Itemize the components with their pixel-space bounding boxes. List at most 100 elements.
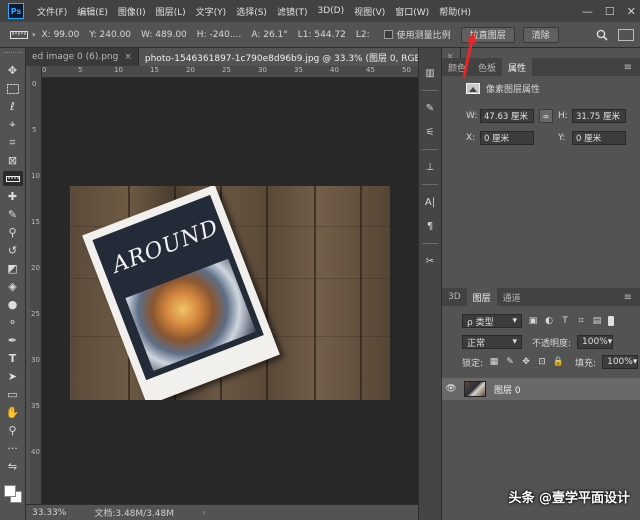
menu-file[interactable]: 文件(F) [32,5,72,18]
adjustment-filter-icon[interactable]: ◐ [544,316,554,326]
menu-image[interactable]: 图像(I) [113,5,151,18]
color-swatches[interactable] [2,481,24,505]
lock-label: 锁定: [462,358,484,369]
rectangle-tool-icon[interactable]: ▭ [3,387,23,402]
maximize-icon[interactable]: ☐ [605,5,615,18]
type-filter-icon[interactable]: T [560,316,570,326]
fill-field[interactable]: 100% ▾ [602,355,639,369]
menu-bar: Ps 文件(F) 编辑(E) 图像(I) 图层(L) 文字(Y) 选择(S) 滤… [0,0,640,22]
pixel-filter-icon[interactable]: ▣ [528,316,538,326]
ruler-tick-label: 10 [31,172,40,180]
edit-toolbar-icon[interactable]: ⇋ [3,459,23,474]
clone-source-icon[interactable]: ⊥ [422,160,438,174]
panel-menu-icon[interactable] [624,288,640,306]
ruler-tool-icon[interactable] [2,171,23,186]
menu-view[interactable]: 视图(V) [349,5,390,18]
status-menu-arrow-icon[interactable]: › [202,508,205,517]
quick-select-tool-icon[interactable]: ⌖ [3,117,23,132]
y-field[interactable]: 0 厘米 [572,131,626,145]
document-tab[interactable]: ed image 0 (6).png × [26,48,139,66]
lock-artboard-icon[interactable]: ⊡ [537,357,547,367]
smart-object-filter-icon[interactable]: ▤ [592,316,602,326]
menu-filter[interactable]: 滤镜(T) [272,5,313,18]
filter-kind-select[interactable]: ρ 类型 ▾ [462,314,522,328]
tab-properties[interactable]: 属性 [502,58,533,76]
minimize-icon[interactable]: — [582,5,593,18]
paragraph-panel-icon[interactable]: ¶ [422,219,438,233]
document-image[interactable]: AROUND [70,186,390,400]
vertical-ruler[interactable]: 0 5 10 15 20 25 30 35 40 [30,66,42,504]
horizontal-ruler[interactable]: 0 5 10 15 20 25 30 35 40 45 50 [42,66,418,78]
clear-button[interactable]: 清除 [522,26,559,43]
lock-transparency-icon[interactable]: ▦ [489,357,499,367]
lock-all-icon[interactable]: 🔒 [552,357,563,367]
eraser-tool-icon[interactable]: ◩ [3,261,23,276]
adjustments-icon[interactable]: ⚟ [422,125,438,139]
more-tools-icon[interactable]: ··· [3,441,23,456]
search-icon[interactable] [596,29,608,41]
panel-menu-icon[interactable] [624,58,640,76]
pen-tool-icon[interactable]: ✒ [3,333,23,348]
frame-tool-icon[interactable]: ⊠ [3,153,23,168]
ruler-tool-preset-icon[interactable] [8,27,30,43]
toolbar-grip[interactable] [3,52,22,56]
tab-channels[interactable]: 通道 [497,288,527,306]
layer-name[interactable]: 图层 0 [494,383,521,396]
x-field[interactable]: 0 厘米 [480,131,534,145]
character-panel-icon[interactable]: A| [422,195,438,209]
measure-angle: A: 26.1° [251,29,288,40]
document-size[interactable]: 文档:3.48M/3.48M [94,506,174,519]
clone-stamp-icon[interactable]: ⚲ [3,225,23,240]
history-brush-icon[interactable]: ↺ [3,243,23,258]
link-icon[interactable]: ∞ [539,109,553,123]
paint-bucket-icon[interactable]: ◈ [3,279,23,294]
tab-layers[interactable]: 图层 [466,288,497,306]
opacity-field[interactable]: 100% ▾ [577,335,614,349]
tab-3d[interactable]: 3D [442,288,467,306]
type-tool-icon[interactable]: T [3,351,23,366]
menu-select[interactable]: 选择(S) [231,5,272,18]
visibility-eye-icon[interactable]: 👁 [442,384,460,394]
path-selection-icon[interactable]: ➤ [3,369,23,384]
marquee-tool-icon[interactable] [3,81,23,96]
menu-type[interactable]: 文字(Y) [191,5,232,18]
healing-brush-icon[interactable]: ✚ [3,189,23,204]
hand-tool-icon[interactable]: ✋ [3,405,23,420]
menu-help[interactable]: 帮助(H) [434,5,476,18]
dodge-tool-icon[interactable]: ⚬ [3,315,23,330]
canvas-area[interactable]: AROUND [42,78,418,504]
crop-tool-icon[interactable]: ⌗ [3,135,23,150]
lock-position-icon[interactable]: ✥ [521,357,531,367]
lock-pixels-icon[interactable]: ✎ [505,357,515,367]
layer-row-selected[interactable]: 👁 图层 0 [442,378,640,400]
menu-edit[interactable]: 编辑(E) [72,5,113,18]
ruler-tick-label: 10 [114,66,123,74]
close-tab-icon[interactable]: × [124,52,132,62]
menu-layer[interactable]: 图层(L) [151,5,191,18]
use-measurement-scale-checkbox[interactable] [383,30,393,39]
close-icon[interactable]: ✕ [627,5,636,18]
brush-settings-icon[interactable]: ✎ [422,101,438,115]
lasso-tool-icon[interactable]: ℓ [3,99,23,114]
filter-toggle[interactable] [608,316,614,326]
foreground-color-swatch[interactable] [3,485,16,497]
document-tab-active[interactable]: photo-1546361897-1c790e8d96b9.jpg @ 33.3… [138,48,461,66]
blur-tool-icon[interactable]: ● [3,297,23,312]
chevron-down-icon[interactable]: ▾ [32,31,36,39]
brush-tool-icon[interactable]: ✎ [3,207,23,222]
blend-mode-select[interactable]: 正常 ▾ [462,335,522,349]
zoom-level[interactable]: 33.33% [32,508,66,518]
tools-settings-icon[interactable]: ✂ [422,254,438,268]
dock-divider [422,90,438,91]
chevron-down-icon: ▾ [607,337,613,347]
zoom-tool-icon[interactable]: ⚲ [3,423,23,438]
move-tool-icon[interactable]: ✥ [3,63,23,78]
shape-filter-icon[interactable]: ⌗ [576,316,586,326]
history-panel-icon[interactable]: ▥ [422,66,438,80]
menu-window[interactable]: 窗口(W) [390,5,434,18]
height-field[interactable]: 31.75 厘米 [572,109,626,123]
menu-3d[interactable]: 3D(D) [312,6,349,16]
width-field[interactable]: 47.63 厘米 [480,109,534,123]
workspace-icon[interactable] [618,29,634,41]
magazine-photo [125,258,257,371]
